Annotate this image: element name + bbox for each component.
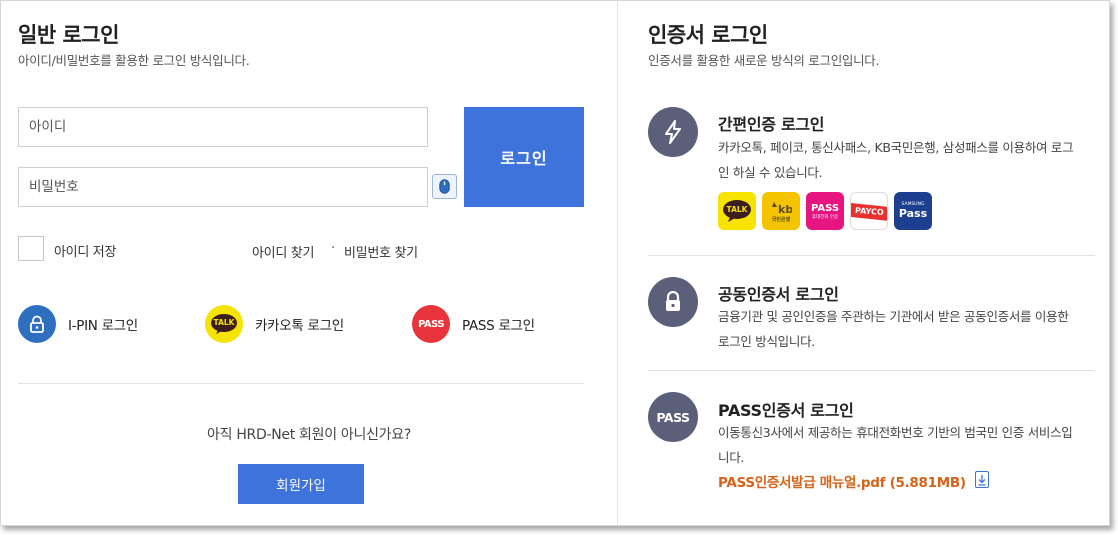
- pass-icon-text: PASS: [417, 318, 445, 330]
- joint-cert-title[interactable]: 공동인증서 로그인: [718, 281, 839, 305]
- lightning-icon[interactable]: [648, 107, 698, 157]
- kakao-login-button[interactable]: TALK 카카오톡 로그인: [205, 305, 344, 343]
- samsung-pass-logo-text: Pass: [898, 207, 928, 220]
- simple-auth-title[interactable]: 간편인증 로그인: [718, 111, 825, 135]
- id-input[interactable]: [18, 107, 428, 147]
- joint-cert-desc: 금융기관 및 공인인증을 주관하는 기관에서 받은 공동인증서를 이용한 로그인…: [718, 309, 1069, 349]
- kakaotalk-icon-text: TALK: [213, 318, 235, 327]
- left-divider: [18, 383, 584, 384]
- link-separator: ·: [331, 241, 336, 256]
- mouse-icon: [439, 179, 450, 194]
- pass-icon: PASS: [412, 305, 450, 343]
- pass-cert-icon[interactable]: PASS: [648, 392, 698, 442]
- right-divider-1: [648, 255, 1095, 256]
- kakao-login-label: 카카오톡 로그인: [255, 318, 344, 334]
- certificate-lock-icon[interactable]: [648, 277, 698, 327]
- save-id-label: 아이디 저장: [54, 245, 117, 260]
- cert-login-title: 인증서 로그인: [648, 23, 768, 47]
- virtual-keyboard-button[interactable]: [432, 174, 457, 199]
- password-input[interactable]: [18, 167, 428, 207]
- pass-login-button[interactable]: PASS PASS 로그인: [412, 305, 535, 343]
- general-login-subtitle: 아이디/비밀번호를 활용한 로그인 방식입니다.: [18, 53, 250, 68]
- samsung-pass-cert-logo[interactable]: SAMSUNG Pass: [894, 192, 932, 230]
- general-login-title: 일반 로그인: [18, 23, 119, 47]
- pass-cert-logo-text: PASS: [810, 202, 840, 214]
- pass-manual-link[interactable]: PASS인증서발급 매뉴얼.pdf (5.881MB): [718, 471, 966, 491]
- pass-login-label: PASS 로그인: [462, 318, 535, 334]
- lock-icon: [18, 305, 56, 343]
- simple-auth-desc: 카카오톡, 페이코, 통신사패스, KB국민은행, 삼성패스를 이용하여 로그인…: [718, 140, 1074, 180]
- ipin-login-label: I-PIN 로그인: [68, 318, 138, 334]
- pass-cert-logo[interactable]: PASS 휴대전화 인증: [806, 192, 844, 230]
- column-divider: [617, 1, 618, 526]
- cert-login-subtitle: 인증서를 활용한 새로운 방식의 로그인입니다.: [648, 53, 880, 68]
- kb-star-icon: kb: [772, 201, 792, 216]
- ipin-login-button[interactable]: I-PIN 로그인: [18, 305, 138, 343]
- signup-button[interactable]: 회원가입: [238, 464, 364, 504]
- find-id-link[interactable]: 아이디 찾기: [252, 242, 314, 261]
- kb-cert-logo[interactable]: kb 국민은행: [762, 192, 800, 230]
- pass-cert-title[interactable]: PASS인증서 로그인: [718, 397, 854, 421]
- download-icon[interactable]: [975, 471, 989, 488]
- kakaotalk-icon: TALK: [205, 305, 243, 343]
- kb-cert-logo-text: 국민은행: [771, 216, 791, 223]
- login-button[interactable]: 로그인: [464, 107, 584, 207]
- right-divider-2: [648, 370, 1095, 371]
- kakao-cert-logo-text: TALK: [726, 205, 748, 214]
- svg-text:kb: kb: [778, 203, 792, 216]
- find-password-link[interactable]: 비밀번호 찾기: [344, 242, 418, 261]
- pass-cert-desc: 이동통신3사에서 제공하는 휴대전화번호 기반의 범국민 인증 서비스입니다.: [718, 425, 1073, 465]
- payco-cert-logo[interactable]: PAYCO: [850, 192, 888, 230]
- save-id-checkbox[interactable]: [18, 236, 44, 261]
- pass-cert-logo-subtext: 휴대전화 인증: [811, 214, 839, 220]
- payco-cert-logo-text: PAYCO: [854, 205, 884, 217]
- kakao-cert-logo[interactable]: TALK: [718, 192, 756, 230]
- login-panel: 일반 로그인 아이디/비밀번호를 활용한 로그인 방식입니다. 로그인 아이디 …: [0, 0, 1110, 526]
- pass-cert-icon-text: PASS: [656, 409, 690, 425]
- signup-question: 아직 HRD-Net 회원이 아니신가요?: [207, 427, 411, 443]
